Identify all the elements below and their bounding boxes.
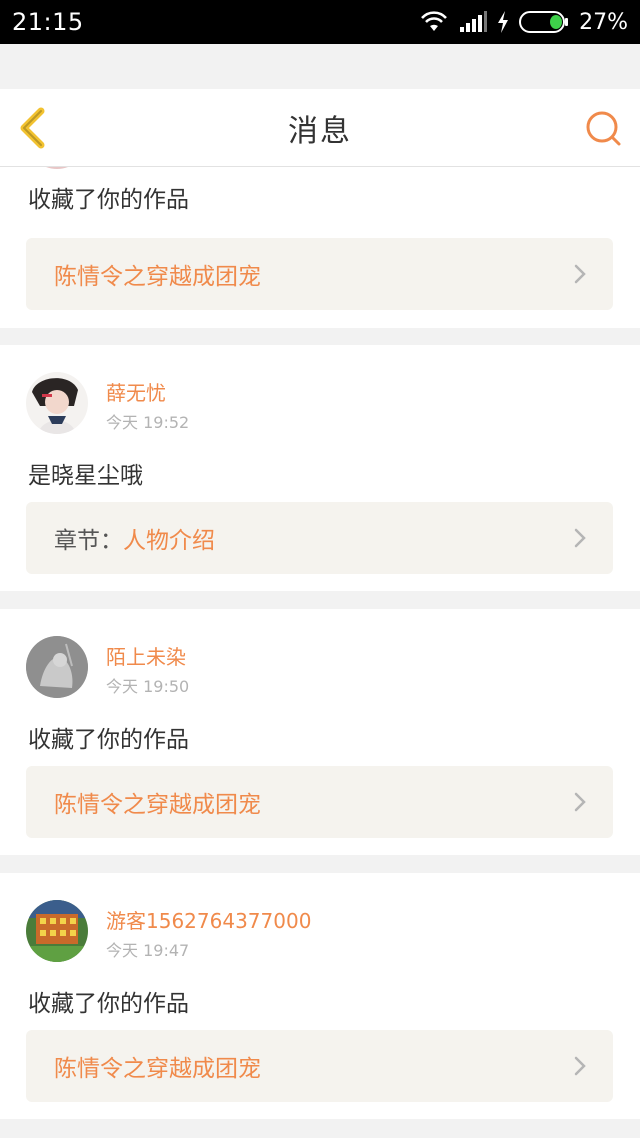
ref-title: 陈情令之穿越成团宠 [54,264,261,290]
message-card: 薛无忧 今天 19:52 是晓星尘哦 章节： 人物介绍 [0,345,640,591]
user-name[interactable]: 陌上未染 [106,641,186,670]
battery-percent: 27% [579,9,628,35]
chapter-reference-link[interactable]: 章节： 人物介绍 [26,502,613,574]
page-title: 消息 [288,113,352,149]
charging-icon [497,11,509,33]
message-list[interactable]: 收藏了你的作品 陈情令之穿越成团宠 薛无忧 今天 19:52 是晓星尘哦 章节： [0,167,640,1138]
message-time: 今天 19:47 [106,941,190,960]
ref-title: 人物介绍 [123,528,215,554]
user-name[interactable]: 游客1562764377000 [106,905,311,934]
battery-icon [519,10,569,34]
ref-title: 陈情令之穿越成团宠 [54,1056,261,1082]
user-name[interactable]: 薛无忧 [106,377,166,406]
ref-title: 陈情令之穿越成团宠 [54,792,261,818]
message-text: 收藏了你的作品 [28,991,189,1017]
status-bar: 21:15 27% [0,0,640,44]
work-reference-link[interactable]: 陈情令之穿越成团宠 [26,766,613,838]
message-text: 收藏了你的作品 [28,187,189,213]
search-button[interactable] [584,109,624,149]
avatar[interactable] [26,636,88,698]
message-card: 收藏了你的作品 陈情令之穿越成团宠 [0,167,640,328]
message-time: 今天 19:52 [106,413,190,432]
message-text: 是晓星尘哦 [28,463,143,489]
ref-label: 章节： [54,528,123,554]
chevron-right-icon [573,263,587,285]
chevron-right-icon [573,791,587,813]
chevron-right-icon [573,527,587,549]
message-card: 陌上未染 今天 19:50 收藏了你的作品 陈情令之穿越成团宠 [0,609,640,855]
message-text: 收藏了你的作品 [28,727,189,753]
signal-icon [459,11,488,33]
avatar[interactable] [26,167,88,169]
chevron-left-icon [14,107,54,155]
message-time: 今天 19:50 [106,677,190,696]
back-button[interactable] [14,105,54,151]
app-header: 消息 [0,89,640,167]
status-icons: 27% [419,10,628,35]
work-reference-link[interactable]: 陈情令之穿越成团宠 [26,238,613,310]
avatar[interactable] [26,372,88,434]
message-card: 游客1562764377000 今天 19:47 收藏了你的作品 陈情令之穿越成… [0,873,640,1119]
status-time: 21:15 [12,8,84,36]
search-icon [584,111,624,153]
avatar[interactable] [26,900,88,962]
chevron-right-icon [573,1055,587,1077]
work-reference-link[interactable]: 陈情令之穿越成团宠 [26,1030,613,1102]
wifi-icon [419,10,449,34]
